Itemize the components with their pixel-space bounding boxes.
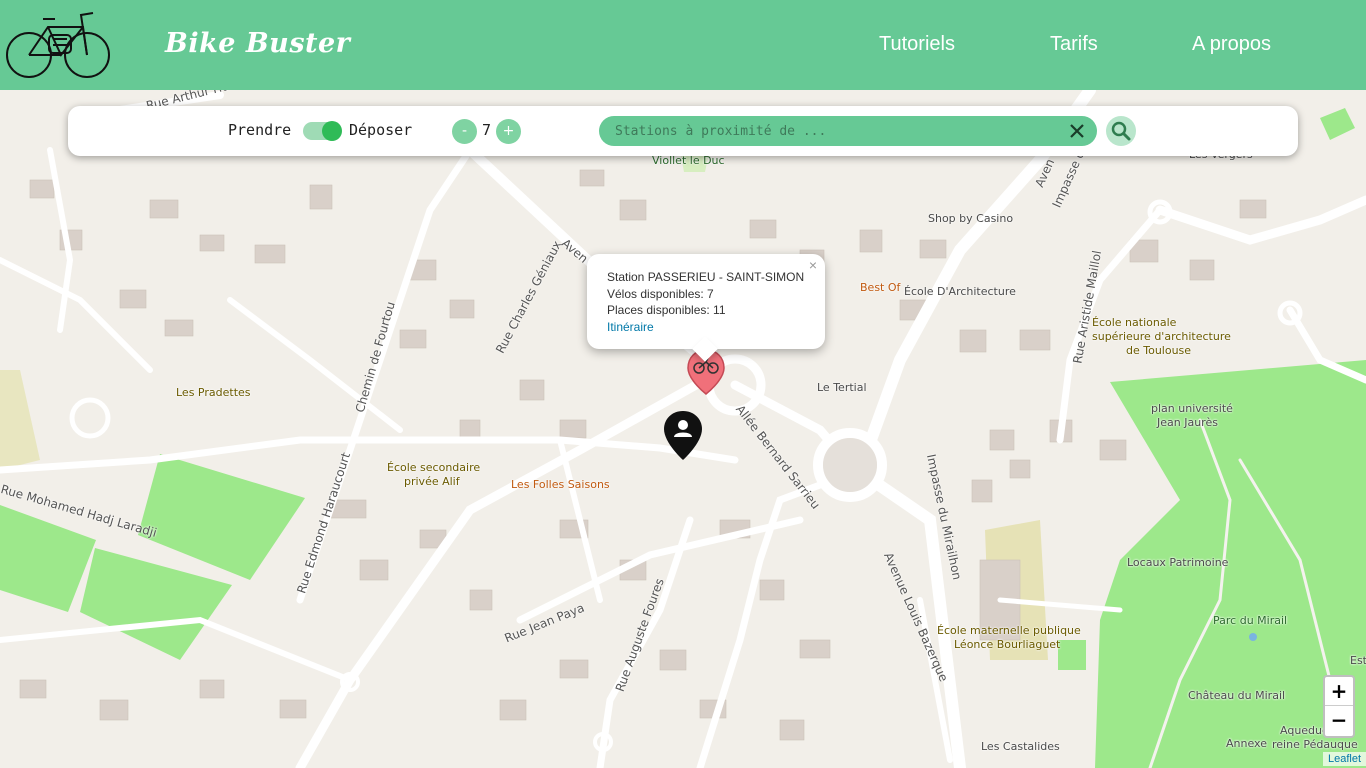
map-label-folles: Les Folles Saisons — [511, 478, 610, 491]
drop-label[interactable]: Déposer — [349, 121, 412, 139]
map-label-aqueduc-1: Aqueduc — [1280, 724, 1329, 737]
search-panel: Prendre Déposer - 7 + — [68, 106, 1298, 156]
search-button[interactable] — [1106, 116, 1136, 146]
popup-station-name: Station PASSERIEU - SAINT-SIMON — [607, 270, 805, 284]
zoom-in-button[interactable]: + — [1325, 677, 1353, 706]
map-label-univ-1: plan université — [1151, 402, 1233, 415]
search-input[interactable] — [615, 121, 1055, 141]
search-field[interactable] — [599, 116, 1097, 146]
map-label-tertial: Le Tertial — [817, 381, 867, 394]
map-label-parc: Parc du Mirail — [1213, 614, 1288, 627]
nav-a-propos[interactable]: A propos — [1192, 33, 1271, 56]
decrement-button[interactable]: - — [452, 119, 477, 144]
map-label-ensa-1: École nationale — [1092, 316, 1177, 329]
brand-title[interactable]: Bike Buster — [165, 28, 350, 59]
take-label[interactable]: Prendre — [228, 121, 291, 139]
station-popup: × Station PASSERIEU - SAINT-SIMON Vélos … — [587, 254, 825, 362]
nav-tarifs[interactable]: Tarifs — [1050, 33, 1098, 56]
map-label-ensa-2: supérieure d'architecture — [1092, 330, 1231, 343]
leaflet-link[interactable]: Leaflet — [1328, 753, 1361, 765]
map-label-castalides: Les Castalides — [981, 740, 1060, 753]
map-label-pradettes: Les Pradettes — [176, 386, 251, 399]
popup-bikes-available: Vélos disponibles: 7 — [607, 286, 714, 301]
toggle-knob[interactable] — [322, 121, 342, 141]
map-attribution: Leaflet — [1322, 752, 1366, 766]
map-label-aqueduc-2: reine Pédauque — [1272, 738, 1358, 751]
zoom-out-button[interactable]: − — [1325, 706, 1353, 735]
map-label-ensa-3: de Toulouse — [1126, 344, 1192, 357]
map-label-ecole-arch: École D'Architecture — [904, 285, 1016, 298]
popup-places-available: Places disponibles: 11 — [607, 303, 726, 317]
increment-button[interactable]: + — [496, 119, 521, 144]
nav-tutoriels[interactable]: Tutoriels — [879, 33, 955, 56]
zoom-control: + − — [1323, 675, 1355, 738]
bike-count-value: 7 — [482, 121, 492, 139]
app-header: Bike Buster Tutoriels Tarifs A propos — [0, 0, 1366, 90]
map-label-ecole-mat-2: Léonce Bourliaguet — [954, 638, 1061, 651]
map-label-locaux: Locaux Patrimoine — [1127, 556, 1229, 569]
user-location-marker-icon[interactable] — [663, 410, 703, 462]
map-label-ecole-mat-1: École maternelle publique — [937, 624, 1081, 637]
search-icon — [1111, 121, 1131, 141]
map-label-alif-2: privée Alif — [404, 475, 460, 488]
map-label-univ-2: Jean Jaurès — [1157, 416, 1218, 429]
bike-logo-icon[interactable] — [3, 5, 119, 85]
clear-icon[interactable] — [1067, 119, 1087, 143]
popup-close-button[interactable]: × — [809, 257, 817, 273]
map-label-est: Est — [1350, 654, 1366, 667]
map-label-shop: Shop by Casino — [928, 212, 1014, 225]
take-drop-toggle[interactable] — [303, 121, 342, 141]
map-label-viollet: Viollet le Duc — [652, 154, 725, 167]
map-label-chateau: Château du Mirail — [1188, 689, 1286, 702]
popup-itinerary-link[interactable]: Itinéraire — [607, 320, 654, 334]
map-label-alif-1: École secondaire — [387, 461, 481, 474]
map-label-bestof: Best Of — [860, 281, 901, 294]
map-label-annexe: Annexe — [1226, 737, 1267, 750]
map-view[interactable]: Viollet le Duc Shop by Casino Best Of Éc… — [0, 90, 1366, 768]
